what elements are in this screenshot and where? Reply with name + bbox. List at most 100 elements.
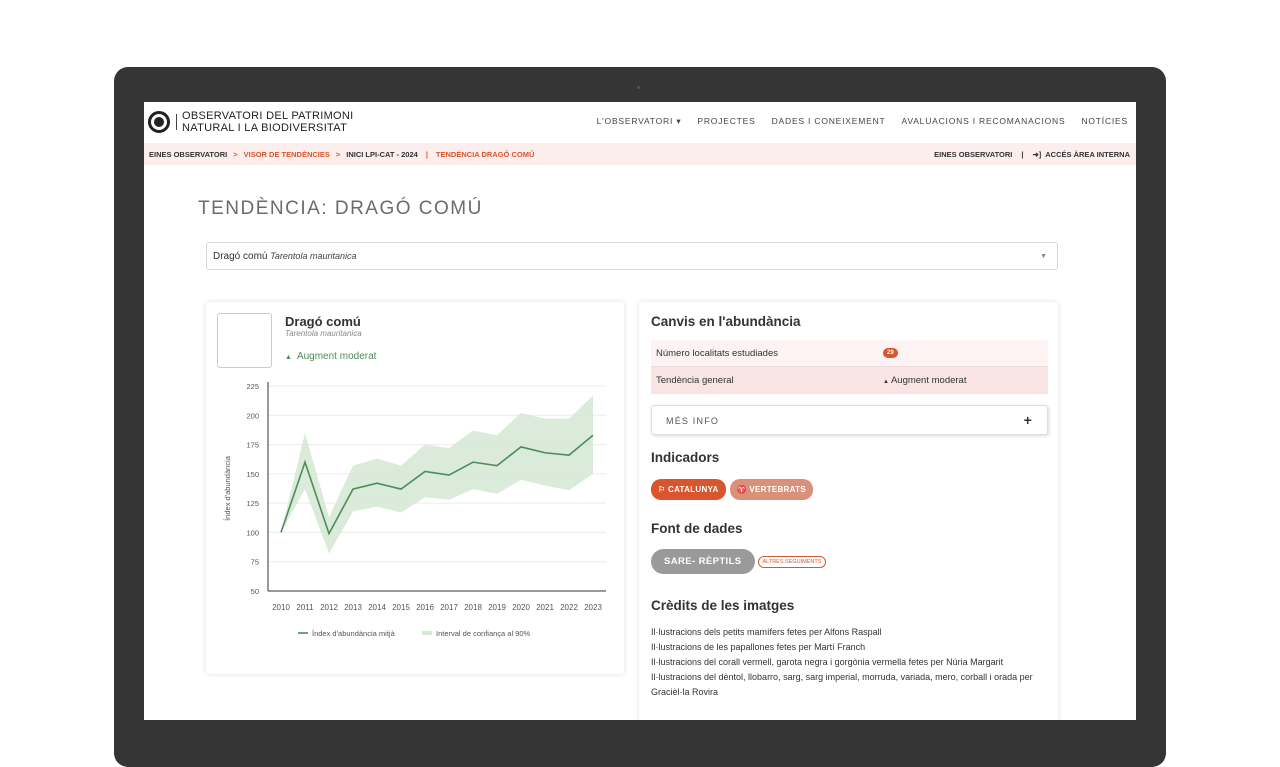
chip-vertebrats-label: VERTEBRATS bbox=[749, 485, 806, 494]
nav-noticies[interactable]: NOTÍCIES bbox=[1081, 116, 1128, 127]
logo-icon bbox=[148, 111, 170, 133]
species-trend-label: Augment moderat bbox=[296, 351, 377, 362]
select-common-name: Dragó comú bbox=[213, 251, 268, 262]
credit-line: Il·lustracions dels petits mamífers fete… bbox=[651, 627, 882, 637]
breadcrumb-right: EINES OBSERVATORI | ➜] ACCÉS ÀREA INTERN… bbox=[934, 150, 1130, 159]
species-trend: ▲ Augment moderat bbox=[285, 351, 376, 362]
triangle-up-icon: ▲ bbox=[883, 379, 889, 385]
species-chart-card: Dragó comú Tarentola mauritanica ▲ Augmen… bbox=[206, 302, 624, 674]
logo-divider bbox=[176, 114, 177, 130]
plus-icon: + bbox=[1023, 412, 1033, 428]
y-tick-label: 175 bbox=[246, 441, 259, 450]
source-altres-seguiments[interactable]: ALTRES SEGUIMENTS bbox=[757, 555, 827, 568]
animal-icon: ♈ bbox=[736, 485, 750, 494]
credit-line: Il·lustracions del corall vermell, garot… bbox=[651, 657, 1004, 667]
x-tick-label: 2022 bbox=[560, 603, 578, 612]
table-row: Número localitats estudiades 29 bbox=[651, 340, 1048, 367]
select-scientific-name: Tarentola mauritanica bbox=[270, 251, 357, 261]
y-tick-label: 150 bbox=[246, 470, 259, 479]
login-icon: ➜] bbox=[1032, 150, 1042, 159]
more-info-label: MÉS INFO bbox=[666, 416, 720, 426]
y-tick-label: 125 bbox=[246, 499, 259, 508]
breadcrumb-pipe: | bbox=[1021, 150, 1024, 159]
y-tick-label: 100 bbox=[246, 528, 259, 537]
breadcrumb-separator-icon: > bbox=[233, 150, 238, 159]
trend-value-text: Augment moderat bbox=[890, 375, 967, 386]
screen: OBSERVATORI DEL PATRIMONI NATURAL I LA B… bbox=[144, 102, 1136, 720]
breadcrumb-current: TENDÈNCIA DRAGÓ COMÚ bbox=[435, 150, 535, 159]
breadcrumb-visor[interactable]: VISOR DE TENDÈNCIES bbox=[244, 150, 330, 159]
x-tick-label: 2017 bbox=[440, 603, 458, 612]
x-tick-label: 2019 bbox=[488, 603, 506, 612]
y-tick-label: 75 bbox=[251, 558, 259, 567]
species-name: Dragó comú bbox=[285, 314, 361, 329]
nav-dades[interactable]: DADES I CONEIXEMENT bbox=[772, 116, 886, 127]
credits-text: Il·lustracions dels petits mamífers fete… bbox=[651, 625, 1049, 700]
more-info-accordion[interactable]: MÉS INFO + bbox=[651, 405, 1048, 435]
x-tick-label: 2021 bbox=[536, 603, 554, 612]
camera-dot bbox=[637, 86, 640, 89]
logo-line2: NATURAL I LA BIODIVERSITAT bbox=[182, 122, 348, 134]
nav-observatori[interactable]: L'OBSERVATORI ▾ bbox=[597, 116, 682, 127]
chevron-down-icon: ▼ bbox=[1040, 253, 1047, 260]
y-tick-label: 200 bbox=[246, 411, 259, 420]
page-title: TENDÈNCIA: DRAGÓ COMÚ bbox=[198, 198, 483, 219]
trend-value: ▲ Augment moderat bbox=[883, 375, 966, 386]
credit-line: Il·lustracions del dèntol, llobarro, sar… bbox=[651, 672, 1033, 697]
breadcrumb-inici[interactable]: INICI LPI-CAT - 2024 bbox=[346, 150, 418, 159]
logo-text: OBSERVATORI DEL PATRIMONI NATURAL I LA B… bbox=[182, 110, 354, 134]
source-sare-reptils[interactable]: SARE- RÈPTILS bbox=[651, 549, 755, 574]
main-nav: L'OBSERVATORI ▾ PROJECTES DADES I CONEIX… bbox=[597, 116, 1128, 127]
data-sources: SARE- RÈPTILS ALTRES SEGUIMENTS bbox=[651, 549, 827, 574]
legend-label-mean: Índex d'abundància mitjà bbox=[312, 629, 396, 638]
breadcrumb-eines[interactable]: EINES OBSERVATORI bbox=[149, 150, 227, 159]
x-tick-label: 2015 bbox=[392, 603, 410, 612]
x-tick-label: 2023 bbox=[584, 603, 602, 612]
link-eines-observatori[interactable]: EINES OBSERVATORI bbox=[934, 150, 1012, 159]
site-header: OBSERVATORI DEL PATRIMONI NATURAL I LA B… bbox=[144, 102, 1136, 142]
localities-label: Número localitats estudiades bbox=[656, 347, 778, 359]
chip-catalunya-label: CATALUNYA bbox=[668, 485, 719, 494]
indicators-title: Indicadors bbox=[651, 450, 720, 465]
breadcrumb-separator-icon: > bbox=[335, 150, 341, 159]
x-tick-label: 2020 bbox=[512, 603, 530, 612]
map-icon: ⚐ bbox=[658, 485, 668, 494]
x-tick-label: 2014 bbox=[368, 603, 386, 612]
chip-vertebrats[interactable]: ♈ VERTEBRATS bbox=[729, 479, 813, 500]
nav-projectes[interactable]: PROJECTES bbox=[697, 116, 755, 127]
x-tick-label: 2013 bbox=[344, 603, 362, 612]
x-tick-label: 2018 bbox=[464, 603, 482, 612]
trend-label: Tendència general bbox=[656, 375, 734, 386]
table-row: Tendència general ▲ Augment moderat bbox=[651, 367, 1048, 394]
x-tick-label: 2016 bbox=[416, 603, 434, 612]
x-tick-label: 2011 bbox=[296, 603, 314, 612]
y-tick-label: 50 bbox=[251, 587, 259, 596]
localities-badge: 29 bbox=[883, 348, 898, 358]
breadcrumb-bar: EINES OBSERVATORI > VISOR DE TENDÈNCIES … bbox=[144, 143, 1136, 165]
legend-label-band: Interval de confiança al 90% bbox=[436, 629, 531, 638]
abundance-table: Número localitats estudiades 29 Tendènci… bbox=[651, 340, 1048, 394]
site-logo[interactable]: OBSERVATORI DEL PATRIMONI NATURAL I LA B… bbox=[148, 110, 354, 134]
nav-avaluacions[interactable]: AVALUACIONS I RECOMANACIONS bbox=[902, 116, 1066, 127]
breadcrumb: EINES OBSERVATORI > VISOR DE TENDÈNCIES … bbox=[149, 150, 534, 159]
chip-catalunya[interactable]: ⚐ CATALUNYA bbox=[651, 479, 726, 500]
logo-line1: OBSERVATORI DEL PATRIMONI bbox=[182, 110, 354, 122]
info-card: Canvis en l'abundància Número localitats… bbox=[639, 302, 1058, 720]
x-tick-label: 2012 bbox=[320, 603, 338, 612]
species-image bbox=[217, 313, 272, 368]
y-axis-label: Índex d'abundància bbox=[223, 455, 232, 521]
indicator-chips: ⚐ CATALUNYA ♈ VERTEBRATS bbox=[651, 479, 813, 500]
y-tick-label: 225 bbox=[246, 382, 259, 391]
triangle-up-icon: ▲ bbox=[285, 354, 292, 361]
legend-swatch-band bbox=[422, 631, 432, 635]
breadcrumb-pipe: | bbox=[425, 150, 428, 159]
credits-title: Crèdits de les imatges bbox=[651, 598, 795, 613]
abundance-title: Canvis en l'abundància bbox=[651, 314, 801, 329]
species-select[interactable]: Dragó comú Tarentola mauritanica ▼ bbox=[206, 242, 1058, 270]
x-tick-label: 2010 bbox=[272, 603, 290, 612]
link-acces-area-interna[interactable]: ACCÉS ÀREA INTERNA bbox=[1045, 150, 1130, 159]
credit-line: Il·lustracions de les papallones fetes p… bbox=[651, 642, 866, 652]
sources-title: Font de dades bbox=[651, 521, 743, 536]
trend-chart: 50 75 100 125 150 175 200 225 2010 2011 2012 2013 20… bbox=[223, 382, 606, 638]
species-scientific-name: Tarentola mauritanica bbox=[285, 329, 362, 338]
